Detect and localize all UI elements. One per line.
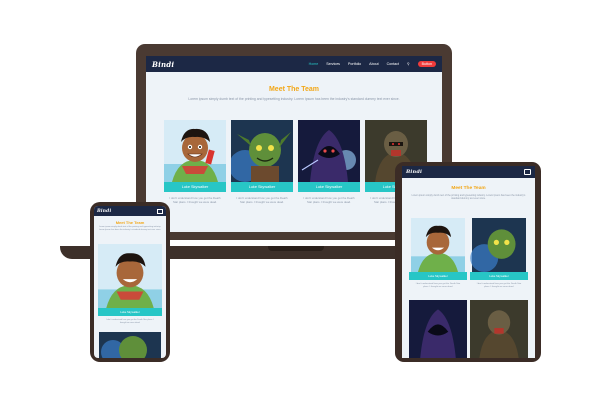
navbar: Bindi xyxy=(94,206,166,216)
member-photo xyxy=(470,218,526,272)
section-title: Meet The Team xyxy=(268,86,320,93)
nav-item-about[interactable]: About xyxy=(369,62,378,66)
site-logo[interactable]: Bindi xyxy=(97,209,111,214)
member-photo xyxy=(470,300,528,358)
hamburger-icon[interactable] xyxy=(524,169,531,175)
laptop-notch xyxy=(268,246,324,251)
nav-menu: Home Services Portfolio About Contact ⚲ … xyxy=(309,61,436,67)
member-bio: I don't understand how you got the Death… xyxy=(236,196,288,204)
tablet-screen: Bindi Meet The Team Lorem ipsum simply d… xyxy=(402,166,535,358)
team-card[interactable]: Luke Skywalker I don't understand how yo… xyxy=(231,120,293,204)
member-bio: I don't understand how you got the Death… xyxy=(476,283,522,288)
search-icon[interactable]: ⚲ xyxy=(407,62,410,66)
team-card[interactable]: Luke Skywalker I don't understand how yo… xyxy=(98,244,162,325)
member-photo xyxy=(99,332,161,358)
team-card[interactable] xyxy=(470,300,528,358)
member-name: Luke Skywalker xyxy=(409,272,467,280)
team-card[interactable]: Luke Skywalker I don't understand how yo… xyxy=(409,218,467,289)
nav-item-contact[interactable]: Contact xyxy=(387,62,399,66)
navbar: Bindi Home Services Portfolio About Cont… xyxy=(146,56,442,72)
member-name: Luke Skywalker xyxy=(231,182,293,192)
nav-item-portfolio[interactable]: Portfolio xyxy=(348,62,361,66)
section-description: Lorem ipsum simply dumb text of the prin… xyxy=(411,194,526,201)
member-photo xyxy=(231,120,293,182)
member-bio: I don't understand how you got the Death… xyxy=(106,319,154,324)
hamburger-icon[interactable] xyxy=(157,208,163,214)
phone-screen: Bindi Meet The Team Lorem ipsum simply d… xyxy=(94,206,166,358)
section-title: Meet The Team xyxy=(451,186,486,191)
member-name: Luke Skywalker xyxy=(164,182,226,192)
member-bio: I don't understand how you got the Death… xyxy=(303,196,355,204)
section-title: Meet The Team xyxy=(115,220,145,225)
section-description: Lorem ipsum simply dumb text of the prin… xyxy=(188,97,400,101)
member-photo xyxy=(411,218,465,272)
site-logo[interactable]: Bindi xyxy=(152,60,174,69)
member-photo xyxy=(164,120,226,182)
member-bio: I don't understand how you got the Death… xyxy=(169,196,221,204)
team-card[interactable] xyxy=(98,332,162,358)
navbar: Bindi xyxy=(402,166,535,178)
member-name: Luke Skywalker xyxy=(298,182,360,192)
cta-button[interactable]: Button xyxy=(417,61,436,67)
member-name: Luke Skywalker xyxy=(98,308,162,316)
member-name: Luke Skywalker xyxy=(470,272,528,280)
member-bio: I don't understand how you got the Death… xyxy=(415,283,461,288)
team-card[interactable] xyxy=(409,300,467,358)
member-photo xyxy=(298,120,360,182)
team-card[interactable]: Luke Skywalker I don't understand how yo… xyxy=(298,120,360,204)
team-card[interactable]: Luke Skywalker I don't understand how yo… xyxy=(164,120,226,204)
section-description: Lorem ipsum simply dumb text of the prin… xyxy=(98,226,162,231)
nav-item-services[interactable]: Services xyxy=(326,62,340,66)
team-card[interactable]: Luke Skywalker I don't understand how yo… xyxy=(470,218,528,289)
member-photo xyxy=(409,300,467,358)
site-logo[interactable]: Bindi xyxy=(406,169,422,175)
member-photo xyxy=(98,244,162,308)
nav-item-home[interactable]: Home xyxy=(309,62,319,66)
